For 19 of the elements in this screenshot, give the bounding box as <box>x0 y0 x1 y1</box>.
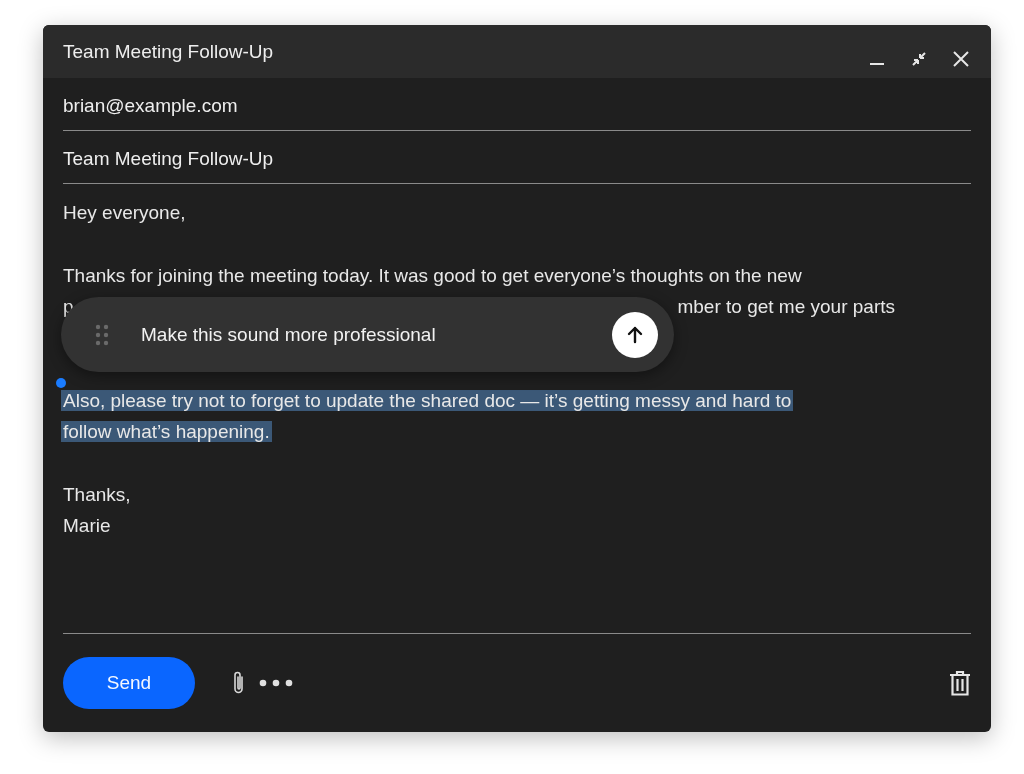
recipient-field[interactable]: brian@example.com <box>63 95 238 117</box>
more-icon[interactable] <box>259 679 293 687</box>
window-title: Team Meeting Follow-Up <box>63 40 274 63</box>
selected-text: follow what’s happening. <box>61 421 272 442</box>
trash-icon[interactable] <box>949 670 971 696</box>
submit-button[interactable] <box>612 311 658 358</box>
selected-text: Also, please try not to forget to update the shared doc — it’s getting messy and hard to <box>61 390 794 411</box>
prompt-input[interactable]: Make this sound more professional <box>141 323 612 346</box>
subject-field[interactable]: Team Meeting Follow-Up <box>63 148 274 170</box>
drag-handle-icon[interactable] <box>95 323 109 346</box>
selection-handle[interactable] <box>56 378 66 388</box>
close-icon[interactable] <box>951 48 971 69</box>
body-text: Thanks for joining the meeting today. It was good to get everyone’s thoughts on the new <box>63 264 803 288</box>
body-text: mber to get me your parts <box>677 295 895 319</box>
send-button[interactable]: Send <box>63 657 195 709</box>
greeting-text: Hey everyone, <box>63 201 187 225</box>
signoff-text: Thanks, <box>63 483 132 507</box>
signoff-text: Marie <box>63 514 112 538</box>
arrow-up-icon <box>625 324 645 345</box>
